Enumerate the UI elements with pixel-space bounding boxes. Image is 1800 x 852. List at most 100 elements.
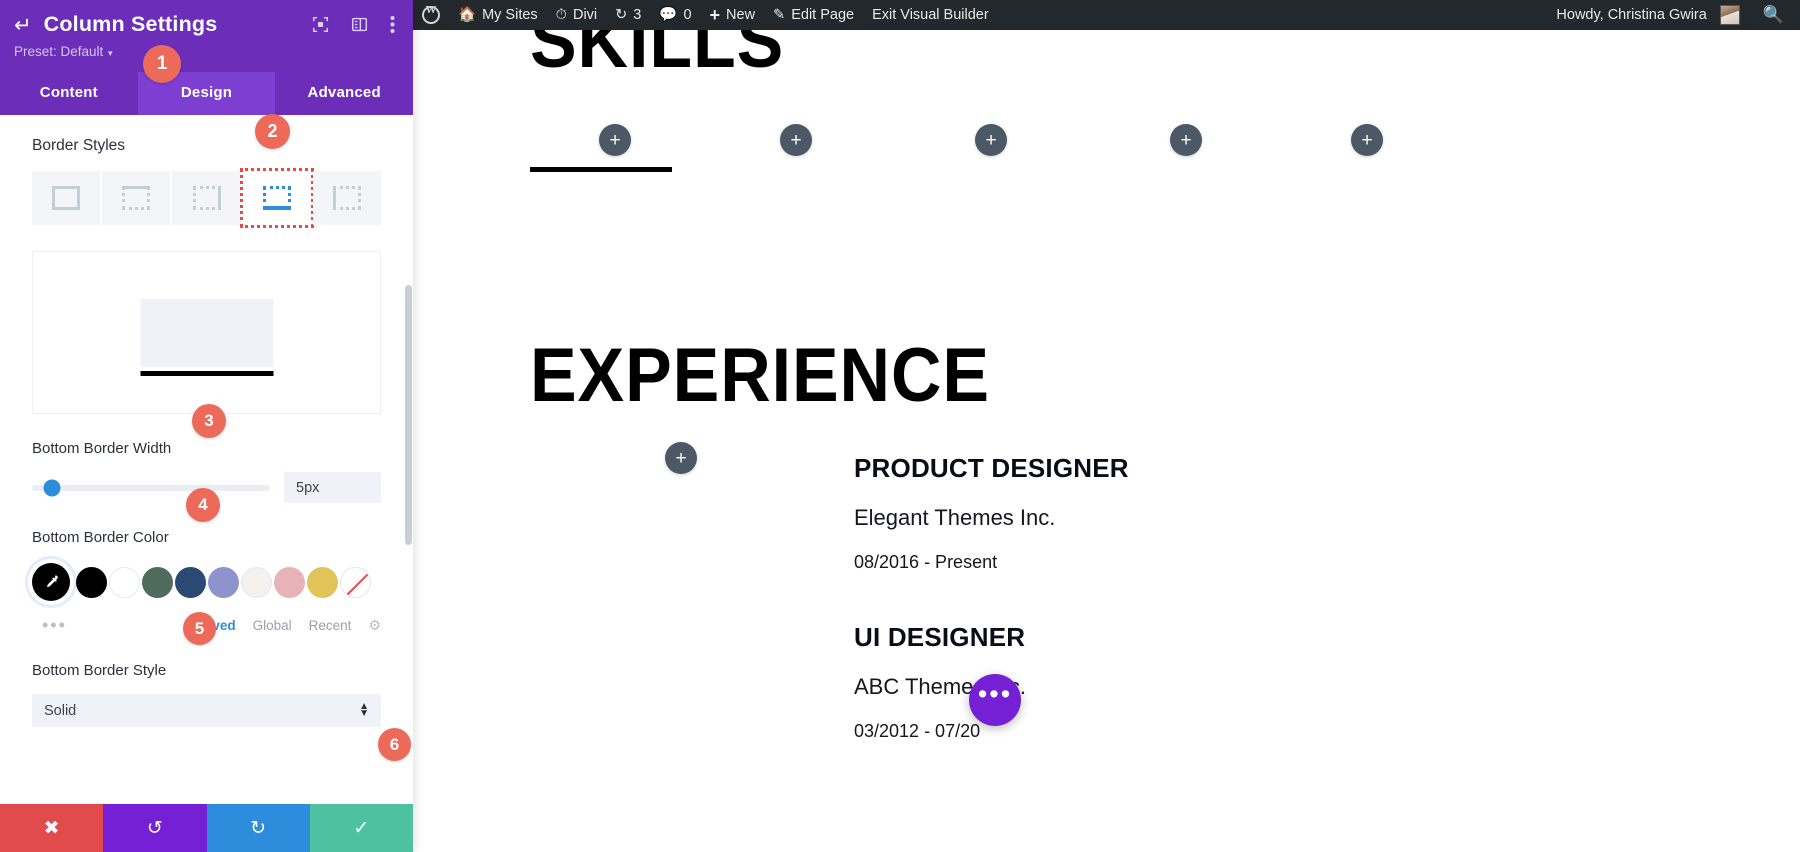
screen-root: SKILLS + + + + + EXPERIENCE + PRODUCT DE… bbox=[0, 0, 1800, 852]
adminbar-item-my-sites[interactable]: 🏠 My Sites bbox=[449, 0, 547, 30]
adminbar-label: 0 bbox=[683, 7, 692, 23]
adminbar-item-wordpress[interactable] bbox=[413, 0, 449, 30]
border-styles-group bbox=[32, 168, 382, 228]
redo-button[interactable]: ↻ bbox=[206, 804, 310, 852]
skills-underline bbox=[530, 167, 672, 172]
job-entry-1: PRODUCT DESIGNER Elegant Themes Inc. 08/… bbox=[854, 453, 1129, 573]
add-module-button-6[interactable]: + bbox=[665, 442, 697, 474]
bottom-border-width-input[interactable]: 5px bbox=[284, 472, 381, 503]
wordpress-logo-icon bbox=[422, 4, 440, 24]
gear-icon[interactable]: ⚙ bbox=[368, 617, 381, 634]
color-source-tabs: Saved Global Recent ⚙ bbox=[196, 617, 381, 634]
divi-floating-menu-button[interactable]: ••• bbox=[969, 674, 1021, 726]
bottom-border-color-label: Bottom Border Color bbox=[32, 529, 169, 546]
swatch-dark-green[interactable] bbox=[142, 566, 173, 598]
home-icon: 🏠 bbox=[458, 6, 477, 23]
search-icon[interactable]: 🔍 bbox=[1763, 5, 1784, 25]
swatch-transparent[interactable] bbox=[340, 566, 371, 598]
panel-body: Border Styles Bottom Border Width 5px Bo… bbox=[0, 115, 413, 804]
top-border-icon bbox=[122, 186, 151, 210]
tab-content[interactable]: Content bbox=[0, 72, 138, 115]
back-arrow-icon[interactable]: ↵ bbox=[14, 15, 32, 36]
border-style-right[interactable] bbox=[172, 171, 241, 225]
add-module-button-3[interactable]: + bbox=[975, 124, 1007, 156]
callout-badge-5: 5 bbox=[183, 612, 216, 645]
swatch-mustard-yellow[interactable] bbox=[307, 566, 338, 598]
panel-scrollbar[interactable] bbox=[405, 285, 412, 545]
border-style-bottom[interactable] bbox=[239, 168, 314, 228]
color-swatch-row bbox=[32, 563, 381, 601]
callout-badge-3: 3 bbox=[192, 404, 226, 438]
adminbar-label: Edit Page bbox=[791, 7, 855, 23]
updates-icon: ↻ bbox=[615, 6, 628, 23]
job-company: Elegant Themes Inc. bbox=[854, 505, 1056, 530]
swatch-navy-blue[interactable] bbox=[175, 566, 206, 598]
adminbar-item-new[interactable]: + New bbox=[701, 0, 765, 30]
redo-arrow-icon: ↻ bbox=[250, 817, 267, 839]
preset-selector[interactable]: Preset: Default ▼ bbox=[14, 44, 114, 59]
color-tab-global[interactable]: Global bbox=[253, 618, 292, 633]
dashboard-icon: ⏱ bbox=[555, 6, 567, 23]
comments-icon: 💬 bbox=[659, 6, 678, 23]
swatch-white[interactable] bbox=[109, 566, 140, 598]
undo-arrow-icon: ↺ bbox=[146, 817, 163, 839]
ellipsis-icon[interactable]: ••• bbox=[32, 615, 67, 636]
preset-row: Preset: Default ▼ bbox=[14, 43, 399, 72]
wordpress-admin-bar: 🏠 My Sites ⏱ Divi ↻ 3 💬 0 + New ✎ Edit P… bbox=[413, 0, 1800, 30]
panel-action-bar: ✖ ↺ ↻ ✓ bbox=[0, 804, 413, 852]
add-module-button-4[interactable]: + bbox=[1170, 124, 1202, 156]
panel-tabs: Content Design Advanced bbox=[0, 72, 413, 115]
add-module-button-5[interactable]: + bbox=[1351, 124, 1383, 156]
swatch-periwinkle[interactable] bbox=[208, 566, 239, 598]
undo-button[interactable]: ↺ bbox=[103, 804, 207, 852]
ellipsis-icon: ••• bbox=[977, 678, 1013, 709]
border-styles-label: Border Styles bbox=[32, 137, 126, 154]
adminbar-item-updates[interactable]: ↻ 3 bbox=[606, 0, 650, 30]
bottom-border-style-select[interactable]: Solid ▲ ▼ bbox=[32, 694, 381, 727]
focus-target-icon[interactable] bbox=[312, 16, 329, 33]
checkmark-icon: ✓ bbox=[353, 817, 370, 839]
bottom-border-icon bbox=[262, 186, 291, 210]
adminbar-label: 3 bbox=[633, 7, 642, 23]
adminbar-label: My Sites bbox=[482, 7, 538, 23]
callout-badge-1: 1 bbox=[143, 45, 181, 83]
adminbar-item-divi[interactable]: ⏱ Divi bbox=[547, 0, 606, 30]
kebab-menu-icon[interactable] bbox=[390, 15, 395, 34]
swatch-off-white[interactable] bbox=[241, 566, 272, 598]
border-style-all[interactable] bbox=[32, 171, 101, 225]
border-style-left[interactable] bbox=[312, 171, 382, 225]
bottom-border-style-group: Bottom Border Style Solid ▲ ▼ bbox=[32, 662, 381, 727]
panel-header-row: ↵ Column Settings bbox=[14, 12, 399, 37]
save-button[interactable]: ✓ bbox=[309, 804, 413, 852]
adminbar-item-edit-page[interactable]: ✎ Edit Page bbox=[764, 0, 863, 30]
pencil-icon: ✎ bbox=[773, 6, 786, 23]
all-borders-icon bbox=[52, 186, 81, 210]
tab-advanced[interactable]: Advanced bbox=[275, 72, 413, 115]
border-style-top[interactable] bbox=[102, 171, 171, 225]
slider-thumb[interactable] bbox=[43, 479, 61, 496]
preview-element bbox=[140, 298, 273, 376]
adminbar-label: Exit Visual Builder bbox=[872, 7, 989, 23]
panel-header-icons bbox=[312, 15, 399, 34]
callout-badge-4: 4 bbox=[186, 488, 220, 522]
add-module-button-2[interactable]: + bbox=[780, 124, 812, 156]
add-module-button-1[interactable]: + bbox=[599, 124, 631, 156]
color-tab-recent[interactable]: Recent bbox=[309, 618, 352, 633]
layout-panel-icon[interactable] bbox=[351, 16, 368, 33]
job-dates: 08/2016 - Present bbox=[854, 552, 998, 572]
border-preview bbox=[32, 251, 381, 414]
howdy-label: Howdy, Christina Gwira bbox=[1556, 7, 1707, 23]
swatch-black[interactable] bbox=[76, 566, 107, 598]
color-picker-button[interactable] bbox=[32, 563, 70, 601]
job-title: PRODUCT DESIGNER bbox=[854, 453, 1129, 483]
adminbar-item-comments[interactable]: 💬 0 bbox=[650, 0, 700, 30]
bottom-border-width-slider[interactable] bbox=[32, 479, 270, 496]
callout-badge-2: 2 bbox=[255, 114, 290, 149]
adminbar-item-exit-visual-builder[interactable]: Exit Visual Builder bbox=[863, 0, 998, 30]
swatch-blush-pink[interactable] bbox=[274, 566, 305, 598]
right-border-icon bbox=[192, 186, 221, 210]
bottom-border-style-label: Bottom Border Style bbox=[32, 662, 167, 679]
adminbar-account-menu[interactable]: Howdy, Christina Gwira bbox=[1547, 0, 1748, 30]
panel-title: Column Settings bbox=[43, 12, 218, 36]
cancel-button[interactable]: ✖ bbox=[0, 804, 104, 852]
